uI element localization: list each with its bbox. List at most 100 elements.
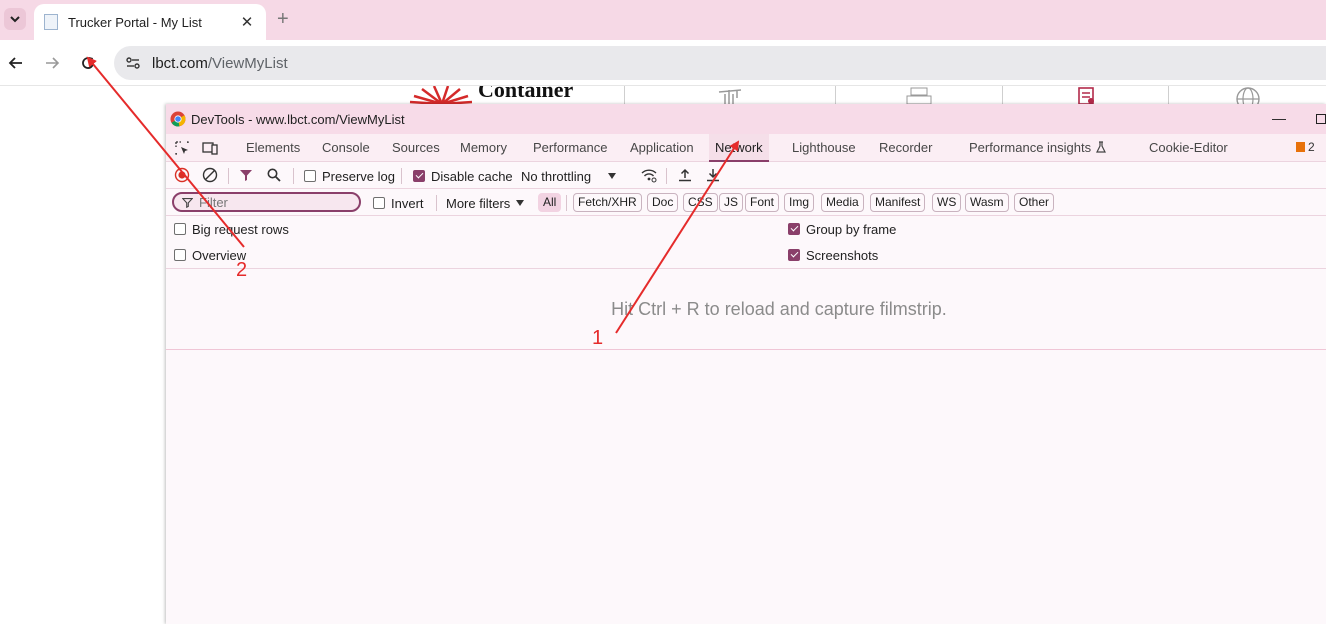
tab-console[interactable]: Console	[322, 134, 370, 162]
chrome-logo-icon	[170, 111, 186, 127]
invert-checkbox[interactable]: Invert	[373, 193, 424, 213]
filter-chip-manifest[interactable]: Manifest	[870, 193, 926, 212]
screenshots-label: Screenshots	[806, 247, 879, 263]
disable-cache-label: Disable cache	[431, 168, 513, 184]
more-filters-label: More filters	[446, 195, 511, 211]
invert-box[interactable]	[373, 197, 385, 209]
group-by-frame-box[interactable]	[788, 223, 800, 235]
tab-application[interactable]: Application	[630, 134, 694, 162]
site-logo: Container	[404, 86, 620, 104]
record-button[interactable]	[173, 166, 191, 184]
throttling-select[interactable]: No throttling	[521, 166, 617, 186]
clear-button[interactable]	[201, 166, 219, 184]
reload-icon	[82, 57, 94, 69]
site-settings-icon[interactable]	[116, 46, 150, 80]
tab-performance-insights[interactable]: Performance insights	[969, 134, 1107, 162]
device-icon	[202, 142, 218, 155]
screenshots-checkbox[interactable]: Screenshots	[788, 245, 878, 265]
download-icon	[707, 169, 719, 182]
new-tab-button[interactable]: +	[277, 8, 289, 30]
browser-tab[interactable]: Trucker Portal - My List ✕	[34, 4, 266, 40]
tab-network[interactable]: Network	[709, 134, 769, 162]
screenshots-box[interactable]	[788, 249, 800, 261]
address-bar[interactable]: lbct.com/ViewMyList	[114, 46, 1326, 80]
tab-search-button[interactable]	[4, 8, 26, 30]
site-nav-item-globe[interactable]	[1168, 86, 1326, 104]
more-filters-dropdown[interactable]: More filters	[446, 193, 525, 213]
devtools-window: DevTools - www.lbct.com/ViewMyList — Ele…	[166, 104, 1326, 624]
devtools-tab-bar: Elements Console Sources Memory Performa…	[166, 134, 1326, 162]
wifi-settings-icon	[641, 169, 657, 183]
filter-chip-js[interactable]: JS	[719, 193, 744, 212]
tab-close-icon[interactable]: ✕	[238, 13, 256, 31]
big-request-rows-box[interactable]	[174, 223, 186, 235]
overview-box[interactable]	[174, 249, 186, 261]
search-button[interactable]	[265, 166, 283, 184]
filter-chip-fetch-xhr[interactable]: Fetch/XHR	[573, 193, 642, 212]
minimize-button[interactable]: —	[1272, 110, 1286, 126]
filter-chip-ws[interactable]: WS	[932, 193, 962, 212]
reload-button[interactable]	[76, 52, 100, 74]
containers-icon	[906, 87, 932, 104]
tab-sources[interactable]: Sources	[392, 134, 440, 162]
filter-chip-font[interactable]: Font	[745, 193, 780, 212]
preserve-log-box[interactable]	[304, 170, 316, 182]
crane-icon	[718, 89, 742, 104]
network-toolbar: Preserve log Disable cache No throttling	[166, 162, 1326, 189]
filter-chip-doc[interactable]: Doc	[647, 193, 679, 212]
arrow-right-icon	[46, 57, 60, 69]
issues-count: 2	[1308, 140, 1315, 154]
throttling-value: No throttling	[521, 168, 592, 184]
record-stop-icon	[174, 167, 190, 183]
filter-chip-media[interactable]: Media	[821, 193, 864, 212]
inspect-element-button[interactable]	[173, 139, 191, 157]
device-toolbar-button[interactable]	[201, 139, 219, 157]
upload-icon	[679, 168, 691, 182]
annotation-label-2: 2	[236, 259, 248, 281]
filter-chip-img[interactable]: Img	[784, 193, 815, 212]
maximize-button[interactable]	[1316, 114, 1326, 124]
issues-counter[interactable]: 2	[1296, 140, 1315, 154]
separator	[228, 168, 229, 184]
browser-toolbar: lbct.com/ViewMyList	[0, 40, 1326, 86]
separator	[666, 168, 667, 184]
site-nav-item-containers[interactable]	[835, 86, 1002, 104]
search-icon	[267, 168, 281, 182]
site-nav-item-my-list[interactable]	[1002, 86, 1168, 104]
import-har-button[interactable]	[676, 166, 694, 184]
site-nav-item-crane[interactable]	[624, 86, 835, 104]
filter-placeholder: Filter	[199, 194, 228, 210]
tab-recorder[interactable]: Recorder	[879, 134, 932, 162]
filter-chip-css[interactable]: CSS	[683, 193, 718, 212]
filter-toggle-button[interactable]	[237, 166, 255, 184]
filter-chip-wasm[interactable]: Wasm	[965, 193, 1009, 212]
url-host: lbct.com	[152, 54, 208, 72]
globe-icon	[1235, 87, 1260, 104]
network-conditions-button[interactable]	[640, 166, 658, 184]
tab-lighthouse[interactable]: Lighthouse	[792, 134, 856, 162]
funnel-icon	[240, 170, 252, 181]
devtools-window-title: DevTools - www.lbct.com/ViewMyList	[191, 111, 405, 127]
disable-cache-box[interactable]	[413, 170, 425, 182]
filter-chip-other[interactable]: Other	[1014, 193, 1055, 212]
tab-performance[interactable]: Performance	[533, 134, 607, 162]
devtools-titlebar: DevTools - www.lbct.com/ViewMyList —	[166, 104, 1326, 134]
tab-cookie-editor[interactable]: Cookie-Editor	[1149, 134, 1228, 162]
filter-bar: Filter Invert More filters All Fetch/XHR…	[166, 189, 1326, 216]
filter-input[interactable]: Filter	[172, 192, 361, 212]
tab-elements[interactable]: Elements	[246, 134, 300, 162]
checklist-icon	[1077, 87, 1094, 104]
big-request-rows-checkbox[interactable]: Big request rows	[174, 219, 289, 239]
forward-button[interactable]	[40, 52, 64, 74]
filmstrip-placeholder: Hit Ctrl + R to reload and capture films…	[166, 269, 1326, 349]
preserve-log-checkbox[interactable]: Preserve log	[304, 166, 395, 186]
filter-chip-all[interactable]: All	[538, 193, 562, 212]
invert-label: Invert	[391, 195, 424, 211]
filmstrip-message: Hit Ctrl + R to reload and capture films…	[611, 298, 947, 319]
back-button[interactable]	[4, 52, 28, 74]
disable-cache-checkbox[interactable]: Disable cache	[413, 166, 513, 186]
group-by-frame-checkbox[interactable]: Group by frame	[788, 219, 896, 239]
tab-memory[interactable]: Memory	[460, 134, 507, 162]
separator	[293, 168, 294, 184]
export-har-button[interactable]	[704, 166, 722, 184]
